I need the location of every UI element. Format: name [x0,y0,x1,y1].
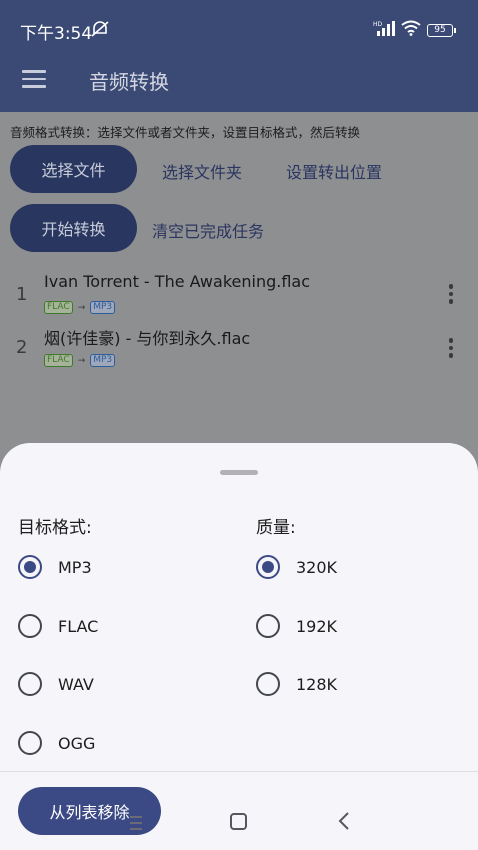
option-label: WAV [58,674,94,694]
clear-completed-button[interactable]: 清空已完成任务 [152,218,264,242]
option-label: FLAC [58,616,99,636]
radio-unchecked-icon[interactable] [256,672,280,696]
file-index: 1 [16,284,28,305]
select-folder-button[interactable]: 选择文件夹 [162,159,242,183]
nav-menu-icon[interactable] [130,816,142,830]
wifi-icon [401,20,421,40]
target-format-badge: MP3 [90,354,116,367]
instruction-text: 音频格式转换：选择文件或者文件夹，设置目标格式，然后转换 [10,125,361,140]
arrow-right-icon: → [77,355,86,366]
format-option-mp3[interactable]: MP3 [18,555,92,579]
battery-level: 95 [434,24,446,35]
svg-text:HD: HD [373,21,383,28]
format-option-wav[interactable]: WAV [18,672,94,696]
option-label: MP3 [58,557,92,577]
more-options-icon[interactable] [448,284,454,304]
page-title: 音频转换 [89,70,169,94]
quality-option-320k[interactable]: 320K [256,555,337,579]
file-name: Ivan Torrent - The Awakening.flac [44,272,311,291]
battery-icon: 95 [427,23,456,37]
nav-home-icon[interactable] [230,813,247,830]
select-file-button[interactable]: 选择文件 [10,145,137,193]
quality-label: 质量: [256,518,296,538]
arrow-right-icon: → [77,302,86,313]
menu-icon[interactable] [22,70,46,90]
option-label: 320K [296,557,338,577]
radio-unchecked-icon[interactable] [18,731,42,755]
set-output-location-button[interactable]: 设置转出位置 [286,159,382,183]
radio-unchecked-icon[interactable] [256,614,280,638]
quality-option-192k[interactable]: 192K [256,614,337,638]
drag-handle[interactable] [220,470,258,475]
radio-unchecked-icon[interactable] [18,672,42,696]
more-options-icon[interactable] [448,338,454,358]
format-option-ogg[interactable]: OGG [18,731,95,755]
radio-checked-icon[interactable] [256,555,280,579]
target-format-badge: MP3 [90,301,116,314]
option-label: 128K [296,674,338,694]
file-index: 2 [16,337,28,358]
status-bar: 下午3:54 HD 95 [0,0,478,54]
radio-unchecked-icon[interactable] [18,614,42,638]
nav-back-icon[interactable] [337,811,351,835]
mute-icon [90,20,110,42]
system-nav-bar [0,806,478,850]
format-option-flac[interactable]: FLAC [18,614,98,638]
divider [0,771,478,772]
signal-icon: HD [373,20,395,40]
source-format-badge: FLAC [44,301,73,314]
status-time: 下午3:54 [20,24,93,44]
start-convert-button[interactable]: 开始转换 [10,204,137,252]
option-label: OGG [58,733,96,753]
option-label: 192K [296,616,338,636]
file-name: 烟(许佳豪) - 与你到永久.flac [44,329,251,348]
app-bar: 音频转换 [0,54,478,112]
quality-option-128k[interactable]: 128K [256,672,337,696]
source-format-badge: FLAC [44,354,73,367]
radio-checked-icon[interactable] [18,555,42,579]
target-format-label: 目标格式: [18,518,92,538]
